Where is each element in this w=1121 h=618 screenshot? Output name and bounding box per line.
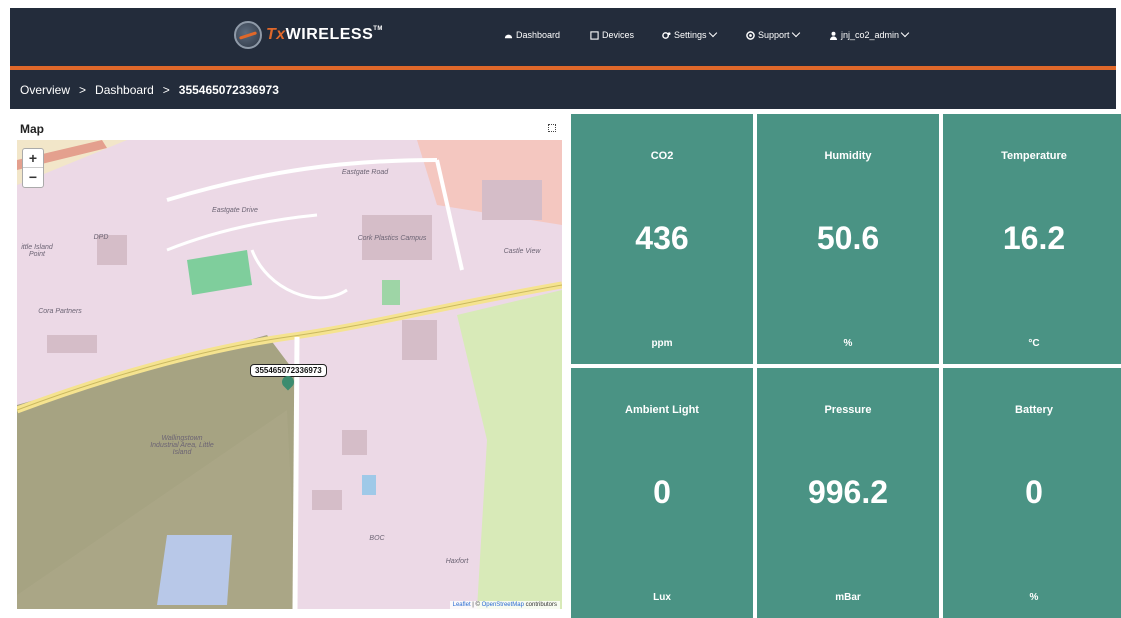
sensor-tile-humidity[interactable]: Humidity 50.6 % [757, 114, 939, 364]
leaflet-link[interactable]: Leaflet [453, 602, 471, 608]
map-street-label: Castle View [503, 248, 541, 255]
tile-label: Humidity [824, 150, 872, 162]
breadcrumb-dashboard[interactable]: Dashboard [95, 83, 154, 97]
chevron-down-icon [708, 28, 717, 38]
map-place-label: Haxfort [445, 558, 469, 565]
map-panel: Map Cork Plastics Campus Wallingstown In… [17, 117, 562, 609]
tile-value: 0 [653, 474, 671, 510]
map-place-label: Cork Plastics Campus [357, 235, 427, 242]
tile-label: Battery [1015, 404, 1053, 416]
breadcrumb: Overview > Dashboard > 355465072336973 [10, 70, 1116, 109]
breadcrumb-device-id: 355465072336973 [178, 82, 279, 97]
map-title: Map [20, 122, 44, 136]
map-place-label: DPD [93, 234, 109, 241]
chevron-down-icon [791, 28, 800, 38]
sensor-tile-battery[interactable]: Battery 0 % [943, 368, 1121, 618]
nav-dashboard[interactable]: Dashboard [504, 30, 560, 40]
tile-unit: mBar [835, 592, 861, 603]
gear-icon [662, 31, 671, 39]
map-place-label: ittle Island Point [21, 244, 53, 258]
tile-unit: °C [1028, 338, 1040, 349]
nav-settings[interactable]: Settings [662, 28, 717, 40]
sensor-tile-ambient-light[interactable]: Ambient Light 0 Lux [571, 368, 753, 618]
nav-support[interactable]: Support [746, 28, 800, 40]
brand-wordmark: TxWIRELESSTM [266, 26, 383, 43]
zoom-in-button[interactable]: + [23, 149, 43, 168]
tile-unit: Lux [653, 592, 671, 603]
tile-unit: % [843, 338, 853, 349]
tile-value: 0 [1025, 474, 1043, 510]
map-attribution: Leaflet | © OpenStreetMap contributors [449, 601, 560, 609]
map-place-label: BOC [369, 535, 385, 542]
dashboard-icon [504, 34, 513, 38]
map-place-label: Cora Partners [38, 308, 82, 315]
tile-value: 50.6 [816, 220, 880, 256]
top-navbar [10, 8, 1116, 66]
tile-label: Ambient Light [625, 404, 699, 416]
map-street-label: Eastgate Drive [212, 207, 258, 214]
chevron-down-icon [900, 28, 910, 38]
tile-label: Temperature [1001, 150, 1067, 162]
user-icon [829, 31, 838, 40]
tile-value: 16.2 [1002, 220, 1066, 256]
breadcrumb-overview[interactable]: Overview [20, 83, 70, 97]
sensor-tile-pressure[interactable]: Pressure 996.2 mBar [757, 368, 939, 618]
breadcrumb-separator: > [162, 82, 170, 97]
zoom-control: + − [22, 148, 44, 188]
nav-user-menu[interactable]: jnj_co2_admin [829, 28, 910, 40]
tile-value: 436 [635, 220, 689, 256]
osm-link[interactable]: OpenStreetMap [482, 602, 524, 608]
globe-logo-icon [234, 21, 262, 49]
map-canvas[interactable]: Cork Plastics Campus Wallingstown Indust… [17, 140, 562, 609]
tile-value: 996.2 [807, 474, 889, 510]
lifebuoy-icon [746, 30, 755, 40]
fullscreen-icon[interactable] [548, 124, 556, 132]
tile-label: Pressure [824, 404, 872, 416]
sensor-tile-co2[interactable]: CO2 436 ppm [571, 114, 753, 364]
map-place-label: Wallingstown Industrial Area, Little Isl… [150, 435, 214, 456]
zoom-out-button[interactable]: − [23, 168, 43, 187]
sensor-tile-temperature[interactable]: Temperature 16.2 °C [943, 114, 1121, 364]
tile-label: CO2 [650, 150, 674, 162]
breadcrumb-separator: > [79, 82, 87, 97]
tile-unit: ppm [651, 338, 673, 349]
nav-devices[interactable]: Devices [590, 30, 634, 40]
tile-unit: % [1029, 592, 1039, 603]
device-icon [590, 30, 599, 40]
brand-logo[interactable]: TxWIRELESSTM [234, 21, 383, 49]
map-street-label: Eastgate Road [341, 169, 389, 176]
